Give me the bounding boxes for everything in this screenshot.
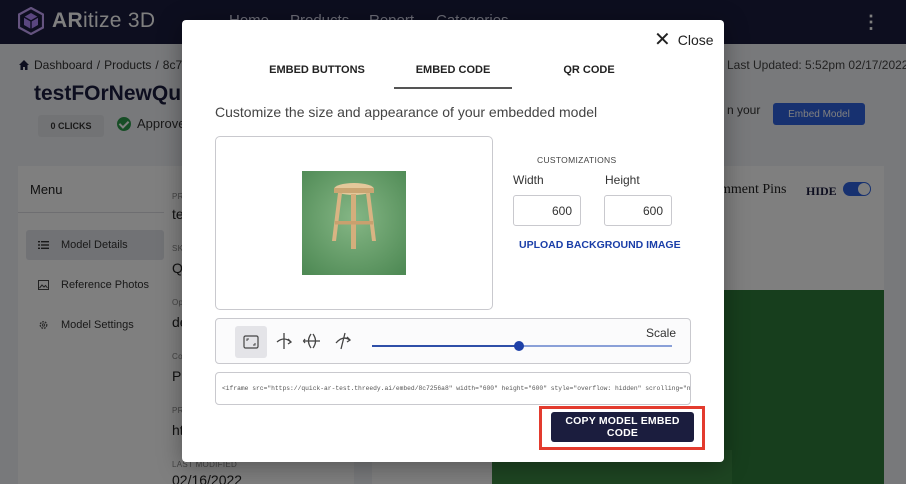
tab-embed-buttons[interactable]: EMBED BUTTONS xyxy=(262,64,372,86)
rotate-diagonal-icon xyxy=(335,332,352,350)
embed-modal: ✕ Close EMBED BUTTONS EMBED CODE QR CODE… xyxy=(182,20,724,462)
width-input[interactable] xyxy=(513,195,581,226)
active-tab-indicator xyxy=(394,87,512,89)
fullscreen-button[interactable] xyxy=(235,326,267,358)
width-label: Width xyxy=(513,173,544,187)
modal-subtitle: Customize the size and appearance of you… xyxy=(215,104,598,120)
customizations-header: CUSTOMIZATIONS xyxy=(537,155,617,165)
fullscreen-icon xyxy=(243,335,259,349)
upload-background-link[interactable]: UPLOAD BACKGROUND IMAGE xyxy=(519,239,681,251)
scale-label: Scale xyxy=(646,326,677,340)
copy-embed-code-button[interactable]: COPY MODEL EMBED CODE xyxy=(551,412,694,442)
tab-embed-code[interactable]: EMBED CODE xyxy=(394,64,512,86)
tab-qr-code[interactable]: QR CODE xyxy=(534,64,644,86)
rotate-horizontal-icon xyxy=(302,333,320,349)
rotate-vertical-icon xyxy=(276,333,293,349)
scale-slider-fill xyxy=(372,345,519,347)
close-button[interactable]: ✕ Close xyxy=(654,29,714,51)
model-preview[interactable] xyxy=(215,136,493,310)
scale-slider-thumb[interactable] xyxy=(514,341,524,351)
rotate-diagonal-button[interactable] xyxy=(331,329,355,353)
rotate-horizontal-button[interactable] xyxy=(300,329,324,353)
stool-preview-image xyxy=(302,171,406,275)
height-input[interactable] xyxy=(604,195,672,226)
embed-code-field[interactable]: <iframe src="https://quick-ar-test.three… xyxy=(215,372,691,405)
height-label: Height xyxy=(605,173,640,187)
close-icon: ✕ xyxy=(654,29,671,51)
close-label: Close xyxy=(677,32,714,48)
rotate-vertical-button[interactable] xyxy=(272,329,296,353)
